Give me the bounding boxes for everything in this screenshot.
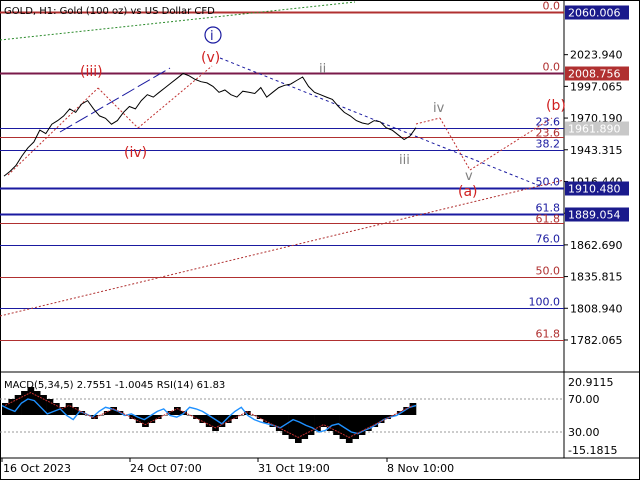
indicator-tick-70: 70.00	[568, 393, 600, 406]
gray-wave-line-2	[439, 117, 471, 171]
trend-lines	[0, 1, 565, 317]
wave-label-iii-small: iii	[399, 153, 410, 168]
red-wave-line-0	[7, 87, 99, 176]
price-tag-text: 1889.054	[568, 209, 621, 222]
price-series	[3, 72, 417, 177]
price-axis-label: 1943.315	[570, 144, 623, 157]
price-axis-label: 1808.940	[570, 302, 623, 315]
indicator-tick-top: 20.9115	[568, 376, 614, 389]
chart-window: 0.0 0.0 23.6 23.6 38.2 50.0 61.8 61.8 76.0 50.0 10…	[0, 0, 640, 480]
fib-level-text-secondary: 61.8	[536, 213, 561, 226]
wave-label-iii: (iii)	[80, 64, 103, 80]
fib-level-text: 38.2	[536, 138, 561, 151]
macd-bar	[295, 415, 302, 443]
fib-level-text: 0.0	[543, 0, 561, 13]
date-label-4: 8 Nov 10:00	[387, 462, 454, 475]
price-tag-text: 1910.480	[568, 183, 621, 196]
price-axis-label: 1997.065	[570, 80, 623, 93]
price-axis-label: 1835.815	[570, 271, 623, 284]
price-tag-text: 2008.756	[568, 68, 621, 81]
price-axis-label: 1782.065	[570, 334, 623, 347]
indicator-tick-30: 30.00	[568, 426, 600, 439]
wave-label-v: (v)	[201, 50, 220, 66]
fib-level-text: 100.0	[529, 296, 561, 309]
wave-labels: (iii) (iv) (v) i ii iii iv v (a) (b)	[80, 26, 566, 200]
price-axis-label: 1862.690	[570, 239, 623, 252]
price-tag-text: 2060.006	[568, 7, 621, 20]
wave-label-ii: ii	[319, 62, 326, 77]
macd-bar	[288, 415, 296, 439]
fib-level-text: 76.0	[536, 233, 561, 246]
wave-label-a: (a)	[458, 184, 478, 200]
chart-title: GOLD, H1: Gold (100 oz) vs US Dollar CFD	[4, 6, 215, 17]
indicator-tick-bottom: -15.1815	[568, 444, 617, 457]
date-label-3: 31 Oct 19:00	[258, 462, 330, 475]
macd-bar	[250, 415, 258, 416]
chart-canvas: 0.00.023.623.638.250.061.861.876.050.010…	[0, 0, 640, 480]
macd-bar	[199, 415, 207, 423]
macd-bar	[352, 415, 359, 439]
wave-label-i: i	[210, 29, 214, 44]
macd-bar	[301, 415, 309, 439]
wave-label-iv: (iv)	[124, 145, 147, 161]
fib-level-text: 61.8	[536, 328, 561, 341]
price-tag-text: 1961.890	[568, 123, 621, 136]
fib-level-text: 50.0	[536, 265, 561, 278]
macd-bar	[65, 403, 73, 415]
price-axis: 2023.9401997.0651970.1901943.3151916.440…	[564, 49, 623, 347]
wave-label-v-small: v	[465, 169, 473, 184]
red-wave-line-2	[137, 65, 213, 129]
red-trend-line	[0, 179, 565, 317]
gray-wave-line-1	[415, 117, 441, 125]
wave-label-iv-small: iv	[433, 101, 445, 116]
macd-bar	[237, 415, 245, 416]
fib-level-text: 0.0	[543, 61, 561, 74]
indicator-title: MACD(5,34,5) 2.7551 -1.0045 RSI(14) 61.8…	[4, 380, 225, 391]
price-axis-label: 2023.940	[570, 49, 623, 62]
macd-bar	[409, 403, 417, 415]
date-label-2: 24 Oct 07:00	[130, 462, 202, 475]
fib-levels: 0.00.023.623.638.250.061.861.876.050.010…	[0, 0, 564, 341]
wave-label-b: (b)	[546, 98, 566, 114]
date-label-1: 16 Oct 2023	[3, 462, 71, 475]
